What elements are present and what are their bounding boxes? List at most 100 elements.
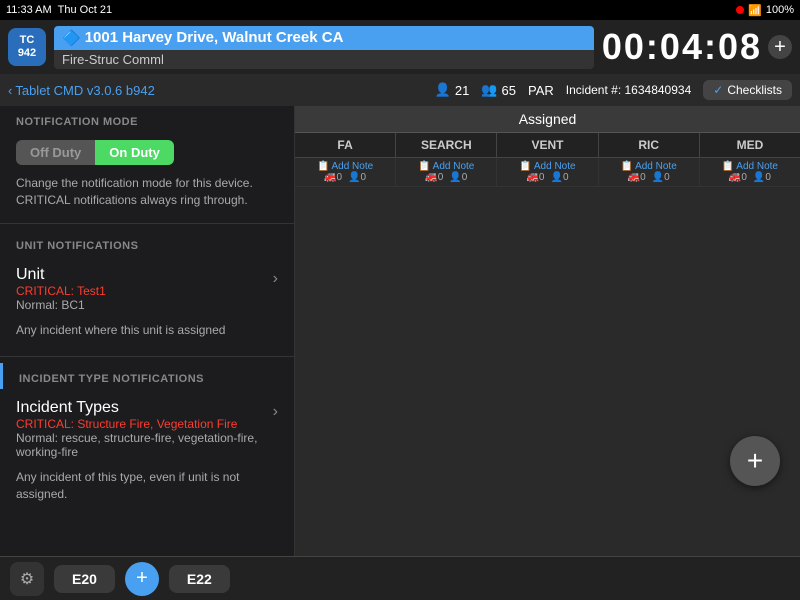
- add-note-vent-button[interactable]: 📋 Add Note: [519, 161, 575, 172]
- add-note-fa-button[interactable]: 📋 Add Note: [317, 161, 373, 172]
- checklists-button[interactable]: ✓ Checklists: [703, 80, 792, 100]
- truck-icon-vent: 🚒0: [526, 172, 544, 183]
- table-columns-row: FA SEARCH VENT RIC MED: [295, 133, 800, 158]
- unit-item-content: Unit CRITICAL: Test1 Normal: BC1: [16, 266, 273, 312]
- unit-notifications-label: UNIT NOTIFICATIONS: [0, 230, 294, 256]
- table-area: Assigned FA SEARCH VENT RIC MED 📋 Add No…: [295, 106, 800, 556]
- par-label: PAR: [528, 83, 554, 98]
- note-cell-med: 📋 Add Note 🚒0 👤0: [700, 158, 800, 186]
- add-unit-button[interactable]: +: [125, 562, 159, 596]
- unit-description: Any incident where this unit is assigned: [0, 318, 294, 347]
- col-fa: FA: [295, 133, 396, 157]
- divider-1: [0, 223, 294, 224]
- persons-icon-vent: 👤0: [551, 172, 569, 183]
- units-stat: 👥 65: [481, 82, 516, 98]
- status-time: 11:33 AM: [6, 4, 52, 16]
- bottom-bar: ⚙ E20 + E22: [0, 556, 800, 600]
- persons-stat: 👤 21: [435, 82, 470, 98]
- incident-types-critical: CRITICAL: Structure Fire, Vegetation Fir…: [16, 417, 273, 431]
- add-note-ric-button[interactable]: 📋 Add Note: [621, 161, 677, 172]
- note-stats-med: 🚒0 👤0: [729, 172, 771, 183]
- sidebar: NOTIFICATION MODE Off Duty On Duty Chang…: [0, 106, 295, 556]
- status-left: 11:33 AM Thu Oct 21: [6, 4, 112, 16]
- incident-types-normal: Normal: rescue, structure-fire, vegetati…: [16, 431, 273, 459]
- notification-description: Change the notification mode for this de…: [16, 175, 278, 209]
- incident-types-item[interactable]: Incident Types CRITICAL: Structure Fire,…: [0, 393, 294, 465]
- note-cell-search: 📋 Add Note 🚒0 👤0: [396, 158, 497, 186]
- note-stats-search: 🚒0 👤0: [425, 172, 467, 183]
- col-ric: RIC: [599, 133, 700, 157]
- add-fab-button[interactable]: +: [730, 436, 780, 486]
- timer-plus-button[interactable]: +: [768, 35, 792, 59]
- incident-type-label: INCIDENT TYPE NOTIFICATIONS: [0, 363, 294, 389]
- truck-icon-search: 🚒0: [425, 172, 443, 183]
- timer-display: 00:04:08: [602, 26, 762, 68]
- notification-mode-label: NOTIFICATION MODE: [0, 106, 294, 132]
- add-note-label-vent: Add Note: [534, 161, 576, 172]
- note-icon-fa: 📋: [317, 161, 329, 172]
- units-count: 65: [502, 83, 516, 98]
- sub-header: ‹ Tablet CMD v3.0.6 b942 👤 21 👥 65 PAR I…: [0, 74, 800, 106]
- tc-sub: 942: [18, 47, 36, 60]
- persons-icon-med: 👤0: [753, 172, 771, 183]
- incident-title: 1001 Harvey Drive, Walnut Creek CA: [85, 29, 344, 46]
- note-cell-vent: 📋 Add Note 🚒0 👤0: [497, 158, 598, 186]
- back-label: Tablet CMD v3.0.6 b942: [15, 83, 154, 98]
- add-note-search-button[interactable]: 📋 Add Note: [418, 161, 474, 172]
- table-body: +: [295, 187, 800, 556]
- table-notes-row: 📋 Add Note 🚒0 👤0 📋 Add Note 🚒0 👤0: [295, 158, 800, 187]
- add-note-label-search: Add Note: [433, 161, 475, 172]
- unit-notifications-section: Unit CRITICAL: Test1 Normal: BC1 › Any i…: [0, 256, 294, 351]
- incident-type-content: Incident Types CRITICAL: Structure Fire,…: [16, 399, 273, 459]
- incident-num-label: Incident #:: [566, 83, 621, 97]
- note-cell-fa: 📋 Add Note 🚒0 👤0: [295, 158, 396, 186]
- persons-icon-fa: 👤0: [348, 172, 366, 183]
- col-med: MED: [700, 133, 800, 157]
- timer-section: 00:04:08 +: [602, 26, 792, 68]
- tc-label: TC: [20, 34, 35, 47]
- unit-normal: Normal: BC1: [16, 298, 273, 312]
- incident-subtitle: Fire-Struc Comml: [54, 50, 594, 69]
- note-cell-ric: 📋 Add Note 🚒0 👤0: [599, 158, 700, 186]
- main-area: NOTIFICATION MODE Off Duty On Duty Chang…: [0, 106, 800, 556]
- note-icon-med: 📋: [722, 161, 734, 172]
- truck-icon-fa: 🚒0: [324, 172, 342, 183]
- incident-title-bar: 🔷 1001 Harvey Drive, Walnut Creek CA: [54, 26, 594, 50]
- col-vent: VENT: [497, 133, 598, 157]
- add-note-med-button[interactable]: 📋 Add Note: [722, 161, 778, 172]
- notification-mode-section: Off Duty On Duty Change the notification…: [0, 132, 294, 217]
- status-bar: 11:33 AM Thu Oct 21 📶 100%: [0, 0, 800, 20]
- back-button[interactable]: ‹ Tablet CMD v3.0.6 b942: [8, 83, 155, 98]
- col-search: SEARCH: [396, 133, 497, 157]
- persons-icon-search: 👤0: [449, 172, 467, 183]
- battery-status: 100%: [766, 4, 794, 16]
- add-note-label-ric: Add Note: [635, 161, 677, 172]
- tc-badge: TC 942: [8, 28, 46, 66]
- assigned-header: Assigned: [295, 106, 800, 133]
- off-duty-button[interactable]: Off Duty: [16, 140, 95, 165]
- unit-chevron-icon: ›: [273, 270, 278, 288]
- header-incident: 🔷 1001 Harvey Drive, Walnut Creek CA Fir…: [54, 26, 594, 69]
- persons-icon-ric: 👤0: [652, 172, 670, 183]
- units-icon: 👥: [481, 82, 497, 98]
- check-icon: ✓: [713, 83, 723, 97]
- incident-icon: 🔷: [62, 29, 81, 47]
- divider-2: [0, 356, 294, 357]
- wifi-icon: 📶: [748, 4, 762, 17]
- header-bar: TC 942 🔷 1001 Harvey Drive, Walnut Creek…: [0, 20, 800, 74]
- on-duty-button[interactable]: On Duty: [95, 140, 174, 165]
- incident-num-value: 1634840934: [625, 83, 692, 97]
- persons-count: 21: [455, 83, 469, 98]
- e20-button[interactable]: E20: [54, 565, 115, 593]
- unit-item[interactable]: Unit CRITICAL: Test1 Normal: BC1 ›: [0, 260, 294, 318]
- status-date: Thu Oct 21: [58, 4, 112, 16]
- incident-types-name: Incident Types: [16, 399, 273, 417]
- note-icon-vent: 📋: [519, 161, 531, 172]
- e22-button[interactable]: E22: [169, 565, 230, 593]
- note-stats-ric: 🚒0 👤0: [628, 172, 670, 183]
- incident-types-chevron-icon: ›: [273, 403, 278, 421]
- gear-button[interactable]: ⚙: [10, 562, 44, 596]
- persons-icon: 👤: [435, 82, 451, 98]
- par-stat: PAR: [528, 83, 554, 98]
- note-stats-vent: 🚒0 👤0: [526, 172, 568, 183]
